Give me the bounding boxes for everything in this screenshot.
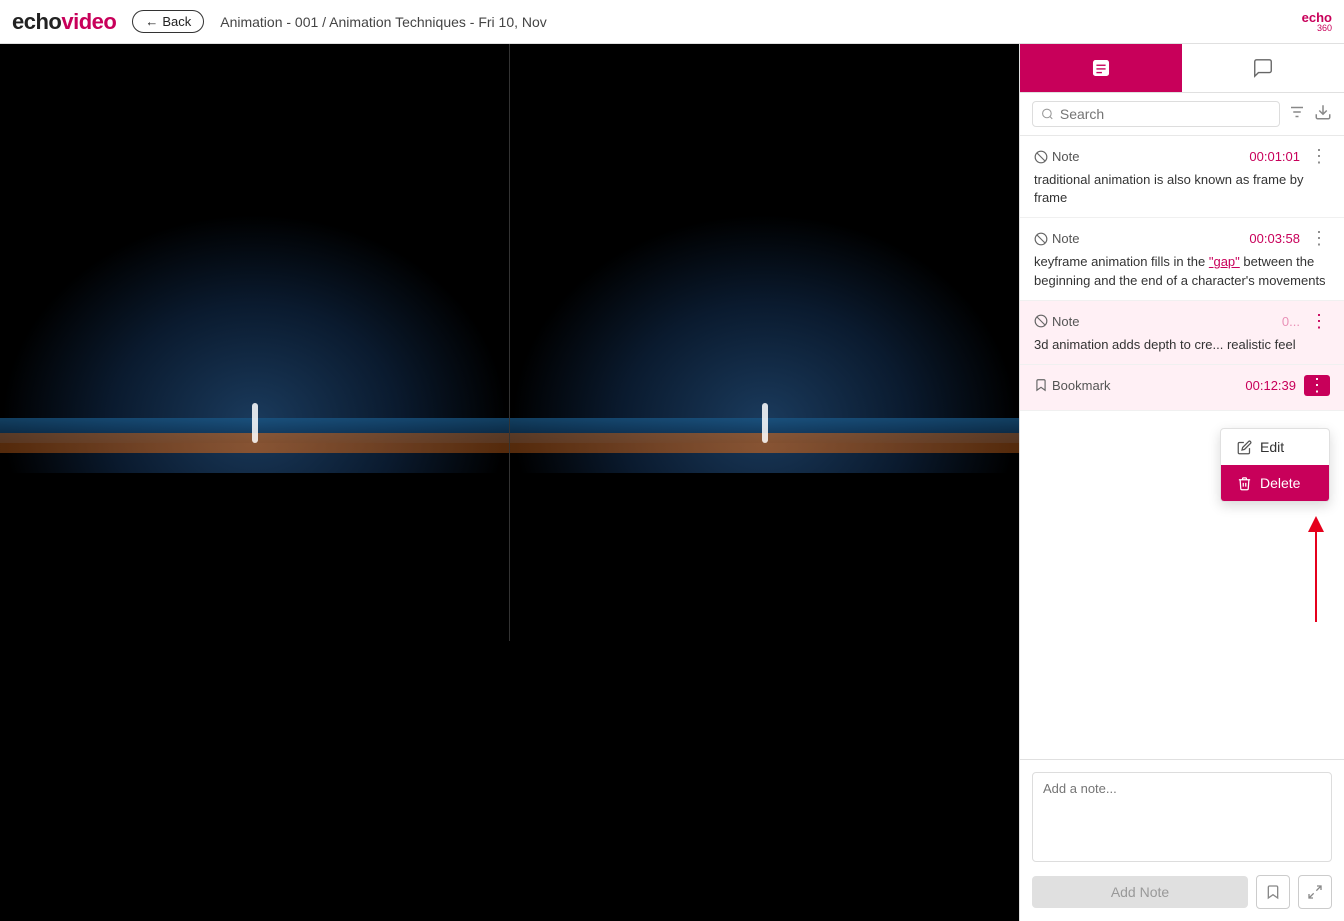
- search-input[interactable]: [1060, 106, 1271, 122]
- breadcrumb: Animation - 001 / Animation Techniques -…: [220, 14, 547, 30]
- notes-list: Note 00:01:01 ⋮ traditional animation is…: [1020, 136, 1344, 759]
- video-scene-right: [510, 213, 1019, 473]
- echo360-echo: echo: [1302, 11, 1332, 24]
- note-icon-1: [1034, 150, 1048, 164]
- tab-chat[interactable]: [1182, 44, 1344, 92]
- bookmark-type-1: Bookmark: [1034, 378, 1111, 393]
- arrow-head: [1308, 516, 1324, 532]
- note-type-1: Note: [1034, 149, 1079, 164]
- video-bottom: [0, 641, 1019, 921]
- echo360-logo: echo 360: [1302, 11, 1332, 33]
- note-icon-2: [1034, 232, 1048, 246]
- expand-icon: [1307, 884, 1323, 900]
- search-icon: [1041, 107, 1054, 121]
- bookmark-menu-btn-1[interactable]: ⋮: [1304, 375, 1330, 396]
- note-text-2: keyframe animation fills in the "gap" be…: [1034, 253, 1330, 289]
- note-type-2: Note: [1034, 231, 1079, 246]
- note-text-1: traditional animation is also known as f…: [1034, 171, 1330, 207]
- chat-tab-icon: [1252, 57, 1274, 79]
- video-scene-left: [0, 213, 509, 473]
- delete-icon: [1237, 476, 1252, 491]
- video-frame-left[interactable]: [0, 44, 510, 641]
- echo360-360: 360: [1317, 24, 1332, 33]
- bookmark-icon: [1034, 378, 1048, 392]
- context-menu-delete[interactable]: Delete: [1221, 465, 1329, 501]
- context-menu-edit[interactable]: Edit: [1221, 429, 1329, 465]
- context-menu: Edit Delete: [1220, 428, 1330, 502]
- logo: echovideo: [12, 9, 116, 35]
- note-item-1: Note 00:01:01 ⋮ traditional animation is…: [1020, 136, 1344, 218]
- logo-echo: echo: [12, 9, 61, 35]
- note-menu-btn-1[interactable]: ⋮: [1308, 146, 1330, 167]
- note-header-3: Note 0... ⋮: [1034, 311, 1330, 332]
- video-top: [0, 44, 1019, 641]
- note-icon-3: [1034, 314, 1048, 328]
- note-time-3[interactable]: 0...: [1282, 314, 1300, 329]
- add-note-button[interactable]: Add Note: [1032, 876, 1248, 908]
- back-label: Back: [162, 14, 191, 29]
- delete-label: Delete: [1260, 475, 1300, 491]
- search-icons: [1288, 103, 1332, 126]
- bookmark-header-1: Bookmark 00:12:39 ⋮: [1034, 375, 1330, 396]
- search-input-wrap[interactable]: [1032, 101, 1280, 127]
- add-note-textarea[interactable]: [1032, 772, 1332, 862]
- arrow-annotation: [1308, 516, 1324, 622]
- tab-notes[interactable]: [1020, 44, 1182, 92]
- sidebar-tabs: [1020, 44, 1344, 93]
- video-area[interactable]: [0, 44, 1019, 921]
- note-header-2: Note 00:03:58 ⋮: [1034, 228, 1330, 249]
- note-item-2: Note 00:03:58 ⋮ keyframe animation fills…: [1020, 218, 1344, 300]
- note-item-3: Note 0... ⋮ 3d animation adds depth to c…: [1020, 301, 1344, 365]
- note-type-3: Note: [1034, 314, 1079, 329]
- note-header-1: Note 00:01:01 ⋮: [1034, 146, 1330, 167]
- person-silhouette-right: [762, 403, 768, 443]
- back-button[interactable]: ← Back: [132, 10, 204, 33]
- bookmark-item-1: Bookmark 00:12:39 ⋮: [1020, 365, 1344, 411]
- edit-label: Edit: [1260, 439, 1284, 455]
- download-svg: [1314, 103, 1332, 121]
- search-bar: [1020, 93, 1344, 136]
- note-menu-btn-3[interactable]: ⋮: [1308, 311, 1330, 332]
- add-note-footer: Add Note: [1032, 875, 1332, 909]
- main-layout: Note 00:01:01 ⋮ traditional animation is…: [0, 44, 1344, 921]
- note-time-2[interactable]: 00:03:58: [1249, 231, 1300, 246]
- edit-icon: [1237, 440, 1252, 455]
- logo-video: video: [61, 9, 116, 35]
- person-silhouette: [252, 403, 258, 443]
- header: echovideo ← Back Animation - 001 / Anima…: [0, 0, 1344, 44]
- filter-svg: [1288, 103, 1306, 121]
- note-text-3: 3d animation adds depth to cre... realis…: [1034, 336, 1330, 354]
- sidebar: Note 00:01:01 ⋮ traditional animation is…: [1019, 44, 1344, 921]
- add-note-area: Add Note: [1020, 759, 1344, 921]
- notes-tab-icon: [1090, 57, 1112, 79]
- bookmark-btn[interactable]: [1256, 875, 1290, 909]
- note-menu-btn-2[interactable]: ⋮: [1308, 228, 1330, 249]
- arrow-line: [1315, 532, 1317, 622]
- filter-icon[interactable]: [1288, 103, 1306, 126]
- bookmark-time-1[interactable]: 00:12:39: [1245, 378, 1296, 393]
- bookmark-btn-icon: [1265, 884, 1281, 900]
- expand-btn[interactable]: [1298, 875, 1332, 909]
- note-time-1[interactable]: 00:01:01: [1249, 149, 1300, 164]
- video-frame-right[interactable]: [510, 44, 1019, 641]
- back-arrow-icon: ←: [145, 14, 158, 29]
- download-icon[interactable]: [1314, 103, 1332, 126]
